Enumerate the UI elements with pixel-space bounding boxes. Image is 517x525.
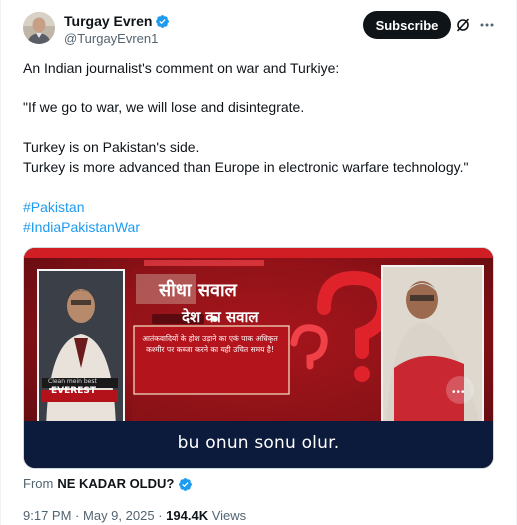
- video-caption: bu onun sonu olur.: [177, 433, 340, 453]
- source-link[interactable]: NE KADAR OLDU?: [57, 475, 174, 493]
- avatar[interactable]: [23, 12, 55, 44]
- video-subheadline: देश का सवाल: [182, 308, 259, 326]
- author-name[interactable]: Turgay Evren: [64, 12, 152, 30]
- tweet-meta: 9:17 PM · May 9, 2025 · 194.4K Views: [23, 507, 246, 525]
- tweet-paragraph: An Indian journalist's comment on war an…: [23, 60, 340, 76]
- video-body-text: आतंकवादियों के होश उड़ाने का एकं पाक अधि…: [142, 334, 278, 354]
- video-ticker: EVEREST: [51, 386, 96, 396]
- views-label: Views: [211, 508, 247, 523]
- grok-icon[interactable]: [455, 17, 471, 33]
- meta-separator: ·: [75, 508, 80, 523]
- source-prefix: From: [23, 476, 54, 491]
- verified-badge-icon[interactable]: [155, 14, 170, 29]
- tweet-date[interactable]: May 9, 2025: [83, 508, 155, 523]
- tweet-card: Turgay Evren @TurgayEvren1 Subscribe An …: [0, 0, 517, 525]
- video-media[interactable]: सीधा सवाल देश का सवाल आतंकवादियों के होश…: [23, 247, 494, 469]
- video-ticker-small: Clean mein best: [48, 378, 97, 385]
- views-count[interactable]: 194.4K: [166, 508, 208, 523]
- chat-dots-icon: •••: [452, 387, 466, 398]
- video-headline: सीधा सवाल: [159, 280, 237, 301]
- verified-badge-icon[interactable]: [178, 477, 193, 492]
- tweet-time[interactable]: 9:17 PM: [23, 508, 71, 523]
- author-handle[interactable]: @TurgayEvren1: [64, 30, 170, 48]
- hashtag-link[interactable]: #IndiaPakistanWar: [23, 217, 140, 237]
- tweet-paragraph: Turkey is more advanced than Europe in e…: [23, 159, 469, 175]
- tweet-paragraph: "If we go to war, we will lose and disin…: [23, 99, 305, 115]
- tweet-paragraph: Turkey is on Pakistan's side.: [23, 139, 200, 155]
- subscribe-button[interactable]: Subscribe: [363, 11, 451, 39]
- meta-separator: ·: [158, 508, 163, 523]
- hashtag-link[interactable]: #Pakistan: [23, 197, 84, 217]
- more-dots-icon[interactable]: [479, 17, 495, 33]
